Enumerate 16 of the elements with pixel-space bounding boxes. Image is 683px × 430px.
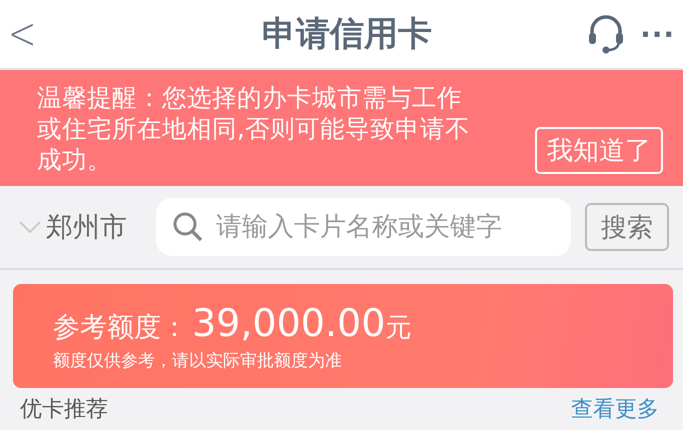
section-title: 优卡推荐 bbox=[20, 396, 108, 424]
search-field[interactable]: 请输入卡片名称或关键字 bbox=[156, 198, 571, 256]
limit-note: 额度仅供参考，请以实际审批额度为准 bbox=[53, 350, 343, 372]
search-button[interactable]: 搜索 bbox=[585, 203, 669, 251]
currency-unit: 元 bbox=[385, 312, 412, 344]
dismiss-button[interactable]: 我知道了 bbox=[535, 126, 663, 174]
city-selector[interactable]: 郑州市 bbox=[18, 209, 142, 245]
limit-amount: 39,000.00 bbox=[192, 300, 386, 344]
search-icon bbox=[172, 211, 204, 243]
more-button[interactable]: ··· bbox=[640, 18, 675, 50]
notice-text: 温馨提醒：您选择的办卡城市需与工作或住宅所在地相同,否则可能导致申请不成功。 bbox=[37, 82, 471, 174]
page-title: 申请信用卡 bbox=[261, 13, 434, 56]
limit-label: 参考额度： bbox=[53, 310, 188, 344]
chevron-down-icon bbox=[18, 220, 42, 234]
back-button[interactable]: < bbox=[8, 12, 48, 56]
view-more-link[interactable]: 查看更多 bbox=[571, 394, 659, 424]
